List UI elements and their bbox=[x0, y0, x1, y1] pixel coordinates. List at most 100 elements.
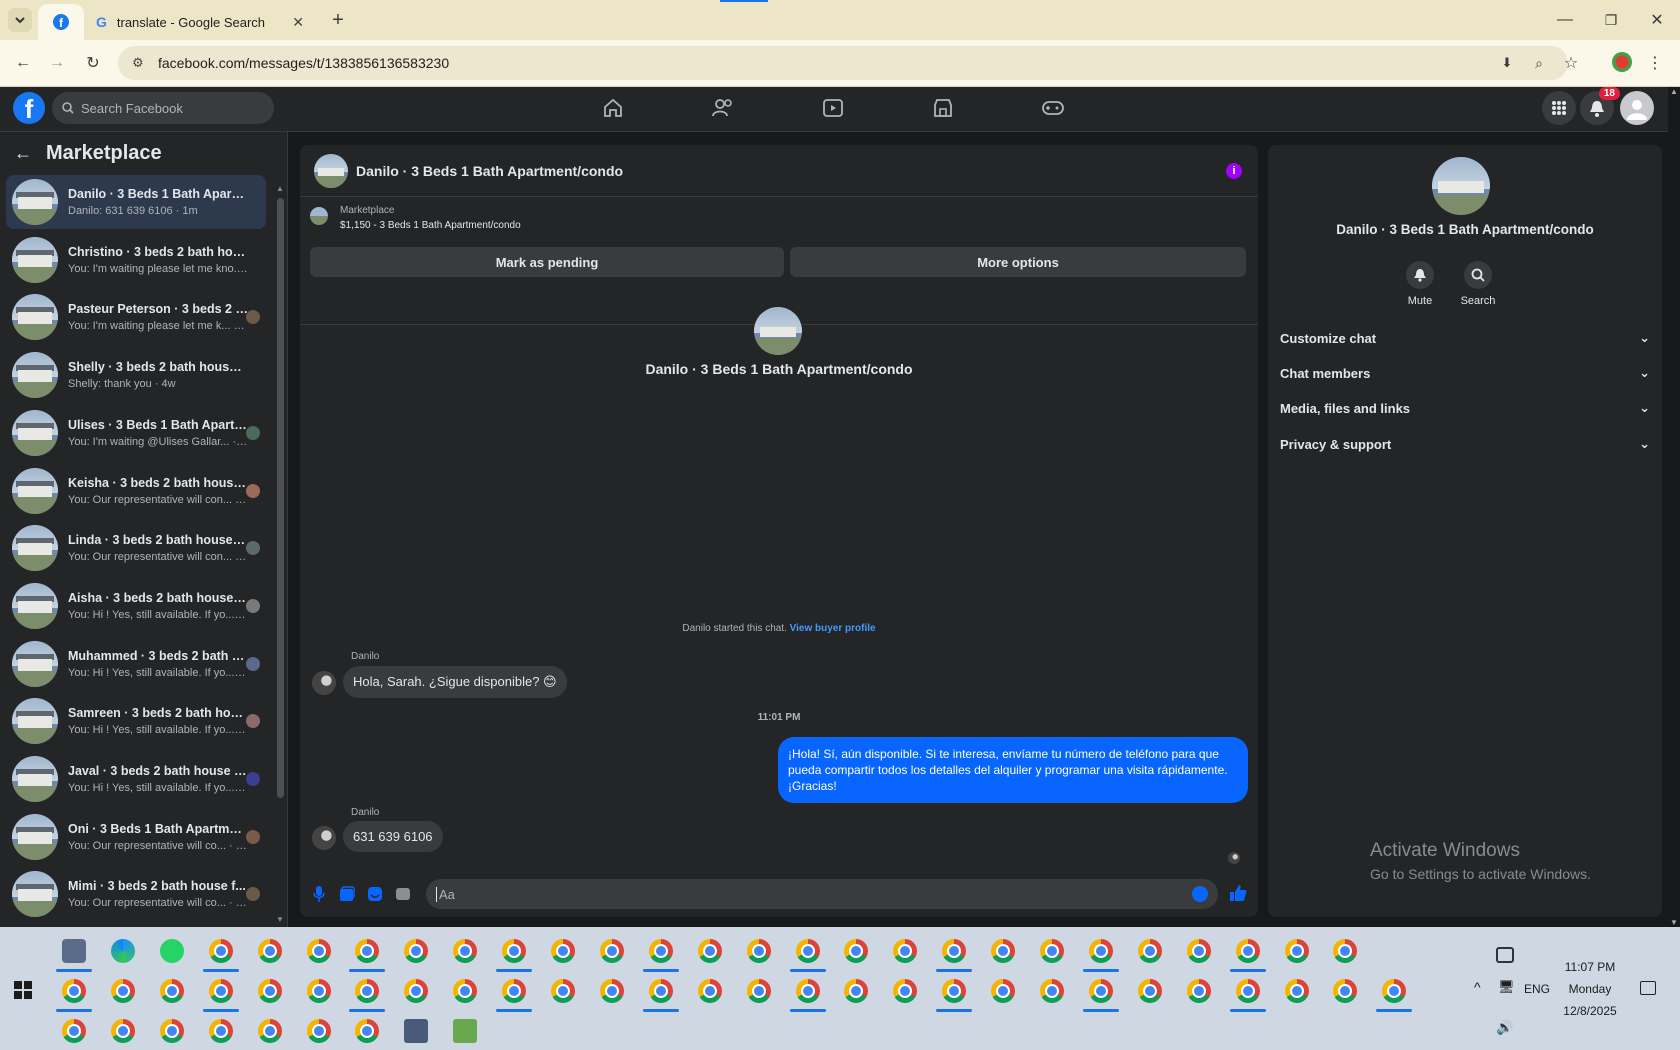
chrome-icon[interactable] bbox=[648, 979, 673, 1003]
chrome-icon[interactable] bbox=[551, 979, 575, 1003]
start-button[interactable] bbox=[14, 981, 32, 999]
page-scrollbar[interactable]: ▲ ▼ bbox=[1668, 87, 1680, 927]
chrome-icon[interactable] bbox=[306, 939, 331, 963]
incoming-message[interactable]: Hola, Sarah. ¿Sigue disponible? 😊 bbox=[343, 666, 567, 698]
chat-members-section[interactable]: Chat members ⌄ bbox=[1280, 358, 1650, 388]
marketplace-nav-button[interactable] bbox=[928, 93, 958, 123]
minimize-button[interactable]: — bbox=[1550, 8, 1580, 32]
edge-icon[interactable] bbox=[110, 939, 135, 963]
conversation-item[interactable]: Linda · 3 beds 2 bath house f... You: Our… bbox=[6, 521, 266, 575]
address-bar[interactable]: ⚙ facebook.com/messages/t/13838561365832… bbox=[118, 46, 1568, 80]
chrome-icon[interactable] bbox=[1235, 979, 1260, 1003]
conversation-item[interactable]: Javal · 3 beds 2 bath house fo... You: Hi… bbox=[6, 752, 266, 806]
chrome-icon[interactable] bbox=[1040, 939, 1064, 963]
back-button[interactable]: ← bbox=[10, 50, 36, 76]
chrome-icon[interactable] bbox=[306, 1019, 331, 1043]
info-icon[interactable]: i bbox=[1226, 162, 1242, 179]
back-arrow-icon[interactable]: ← bbox=[14, 143, 32, 164]
calculator-icon[interactable] bbox=[404, 1019, 429, 1043]
chrome-icon[interactable] bbox=[208, 979, 233, 1003]
chrome-icon[interactable] bbox=[599, 939, 624, 963]
mute-button[interactable]: Mute bbox=[1390, 261, 1450, 307]
chrome-icon[interactable] bbox=[1088, 979, 1113, 1003]
menu-button[interactable] bbox=[1542, 91, 1576, 125]
chrome-icon[interactable] bbox=[795, 979, 820, 1003]
conversation-item[interactable]: Shelly · 3 beds 2 bath house for... Shell… bbox=[6, 348, 266, 402]
conversation-item[interactable]: Pasteur Peterson · 3 beds 2 b... You: I'm… bbox=[6, 290, 266, 344]
profile-icon[interactable] bbox=[1612, 52, 1632, 72]
meet-now-icon[interactable] bbox=[1496, 947, 1514, 963]
chrome-icon[interactable] bbox=[257, 1019, 282, 1043]
like-thumb-icon[interactable] bbox=[1228, 883, 1248, 903]
emoji-icon[interactable] bbox=[1192, 886, 1208, 902]
conversation-item[interactable]: Keisha · 3 beds 2 bath house ... You: Our… bbox=[6, 464, 266, 518]
chrome-icon[interactable] bbox=[1186, 939, 1211, 963]
customize-chat-section[interactable]: Customize chat ⌄ bbox=[1280, 323, 1650, 353]
media-files-links-section[interactable]: Media, files and links ⌄ bbox=[1280, 393, 1650, 423]
chrome-icon[interactable] bbox=[844, 979, 869, 1003]
tray-chevron-up-icon[interactable]: ^ bbox=[1474, 979, 1481, 995]
chrome-icon[interactable] bbox=[942, 979, 967, 1003]
notifications-button[interactable]: 18 bbox=[1580, 87, 1620, 125]
sticker-icon[interactable] bbox=[366, 885, 384, 903]
chrome-icon[interactable] bbox=[844, 939, 869, 963]
chrome-icon[interactable] bbox=[551, 939, 575, 963]
tab-search-button[interactable] bbox=[8, 8, 32, 32]
account-avatar[interactable] bbox=[1620, 91, 1654, 125]
chrome-icon[interactable] bbox=[648, 939, 673, 963]
notification-center-icon[interactable] bbox=[1640, 981, 1656, 995]
conversation-item[interactable]: Mimi · 3 beds 2 bath house f... You: Our … bbox=[6, 867, 266, 921]
sender-avatar[interactable] bbox=[312, 826, 336, 850]
chrome-icon[interactable] bbox=[1235, 939, 1260, 963]
whatsapp-icon[interactable] bbox=[159, 939, 184, 963]
new-tab-button[interactable]: + bbox=[326, 8, 350, 32]
site-info-icon[interactable]: ⚙ bbox=[132, 55, 144, 71]
tab-google-search[interactable]: G translate - Google Search ✕ bbox=[88, 4, 312, 40]
chrome-icon[interactable] bbox=[355, 939, 380, 963]
file-explorer-icon[interactable] bbox=[62, 939, 86, 963]
bookmark-star-icon[interactable]: ☆ bbox=[1560, 52, 1582, 74]
video-nav-button[interactable] bbox=[818, 93, 848, 123]
chrome-icon[interactable] bbox=[62, 1019, 86, 1043]
chrome-icon[interactable] bbox=[746, 979, 771, 1003]
conversation-item[interactable]: Danilo · 3 Beds 1 Bath Apartme... Danilo:… bbox=[6, 175, 266, 229]
chrome-icon[interactable] bbox=[110, 1019, 135, 1043]
outgoing-message[interactable]: ¡Hola! Sí, aún disponible. Si te interes… bbox=[778, 737, 1248, 803]
gif-icon[interactable] bbox=[394, 885, 412, 903]
mark-pending-button[interactable]: Mark as pending bbox=[310, 247, 784, 277]
chrome-icon[interactable] bbox=[502, 939, 527, 963]
message-input[interactable]: Aa bbox=[426, 879, 1218, 909]
network-icon[interactable]: 🖥 bbox=[1498, 979, 1515, 995]
chrome-icon[interactable] bbox=[893, 939, 918, 963]
facebook-logo[interactable]: f bbox=[13, 92, 45, 124]
chrome-icon[interactable] bbox=[1040, 979, 1064, 1003]
conversation-item[interactable]: Oni · 3 Beds 1 Bath Apartmen... You: Our … bbox=[6, 810, 266, 864]
conversation-item[interactable]: Christino · 3 beds 2 bath house ... You: … bbox=[6, 233, 266, 287]
gaming-nav-button[interactable] bbox=[1038, 93, 1068, 123]
privacy-support-section[interactable]: Privacy & support ⌄ bbox=[1280, 429, 1650, 459]
search-conversation-button[interactable]: Search bbox=[1448, 261, 1508, 307]
chrome-icon[interactable] bbox=[110, 979, 135, 1003]
chrome-icon[interactable] bbox=[942, 939, 967, 963]
chrome-icon[interactable] bbox=[1088, 939, 1113, 963]
chrome-icon[interactable] bbox=[404, 979, 429, 1003]
chrome-icon[interactable] bbox=[991, 939, 1016, 963]
conversation-item[interactable]: Samreen · 3 beds 2 bath hous... You: Hi !… bbox=[6, 694, 266, 748]
conversation-scrollbar[interactable]: ▲ ▼ bbox=[276, 184, 284, 924]
zoom-icon[interactable]: ⌕ bbox=[1528, 52, 1550, 74]
chrome-icon[interactable] bbox=[355, 979, 380, 1003]
chrome-icon[interactable] bbox=[159, 1019, 184, 1043]
photo-icon[interactable] bbox=[338, 885, 356, 903]
chrome-icon[interactable] bbox=[159, 979, 184, 1003]
browser-menu-icon[interactable]: ⋮ bbox=[1647, 52, 1663, 74]
home-nav-button[interactable] bbox=[598, 93, 628, 123]
chrome-icon[interactable] bbox=[257, 939, 282, 963]
friends-nav-button[interactable] bbox=[708, 93, 738, 123]
chrome-icon[interactable] bbox=[1333, 939, 1358, 963]
chrome-icon[interactable] bbox=[893, 979, 918, 1003]
language-indicator[interactable]: ENG bbox=[1524, 982, 1550, 996]
install-app-icon[interactable]: ⬇ bbox=[1496, 52, 1518, 74]
chrome-icon[interactable] bbox=[502, 979, 527, 1003]
chrome-icon[interactable] bbox=[355, 1019, 380, 1043]
scrollbar-thumb[interactable] bbox=[277, 198, 284, 798]
